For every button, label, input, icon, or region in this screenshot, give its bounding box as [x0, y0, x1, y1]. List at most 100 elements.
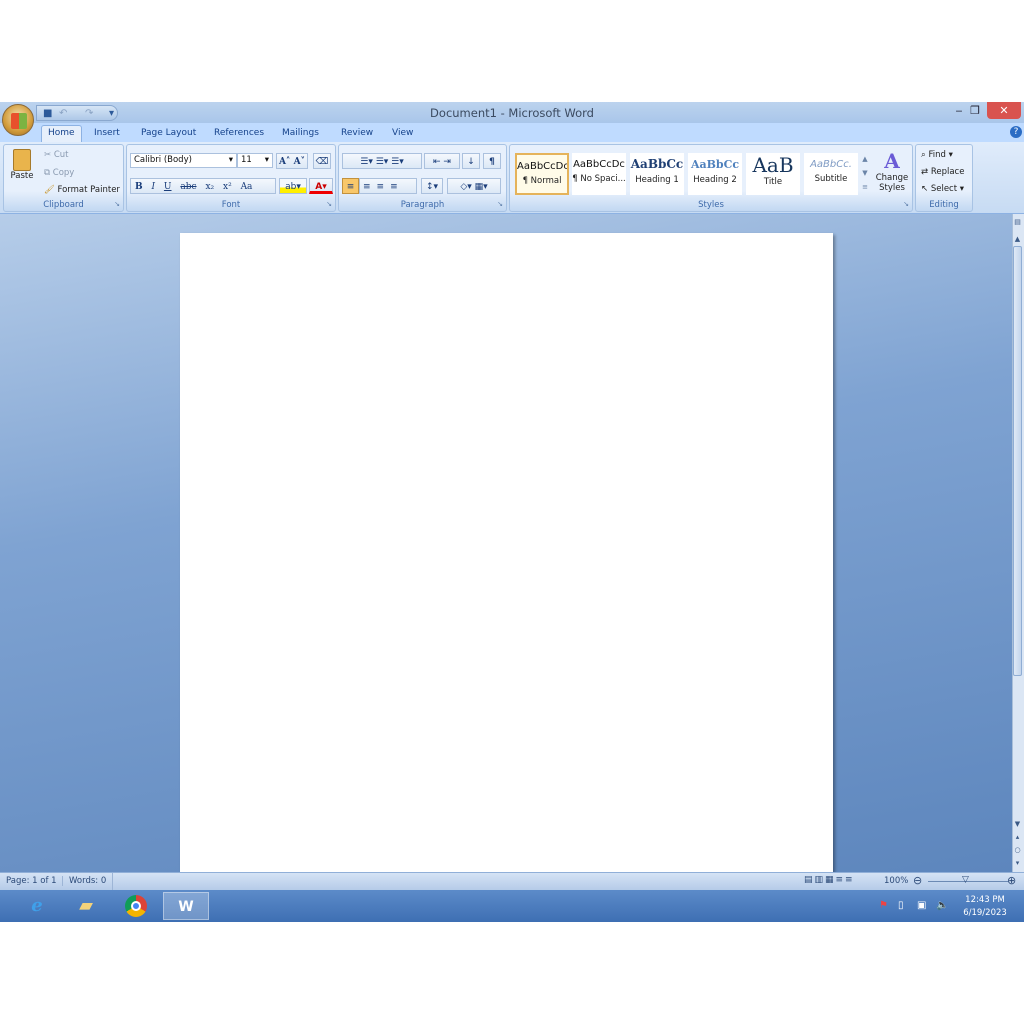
browse-object-icon[interactable]: ○ — [1013, 846, 1022, 854]
italic-button[interactable]: I — [151, 182, 155, 192]
font-color-button[interactable]: A▾ — [309, 178, 333, 194]
font-size-select[interactable]: 11 ▾ — [237, 153, 273, 168]
subscript-button[interactable]: x₂ — [205, 182, 214, 192]
copy-icon: ⧉ — [44, 168, 53, 178]
line-spacing-button[interactable]: ↕▾ — [421, 178, 443, 194]
cursor-icon: ↖ — [921, 184, 929, 194]
style-no-spacing[interactable]: AaBbCcDc ¶ No Spaci... — [572, 153, 626, 195]
volume-icon[interactable]: 🔈 — [936, 900, 948, 911]
file-explorer-icon[interactable]: ▰ — [66, 892, 106, 920]
tab-view[interactable]: View — [386, 126, 419, 140]
quick-access-toolbar: ■ ↶ ↷ ▾ — [36, 105, 118, 121]
group-label: Styles — [698, 200, 724, 210]
replace-button[interactable]: ⇄ Replace — [921, 167, 964, 177]
font-format-buttons[interactable]: B I U abc x₂ x² Aa — [130, 178, 276, 194]
style-heading-1[interactable]: AaBbCc Heading 1 — [630, 153, 684, 195]
zoom-in-icon[interactable]: ⊕ — [1007, 874, 1016, 887]
action-center-icon[interactable]: ⚑ — [879, 900, 888, 911]
alignment-buttons[interactable]: ≡≡≡ — [359, 178, 417, 194]
paste-button[interactable]: Paste — [10, 149, 34, 193]
tab-page-layout[interactable]: Page Layout — [135, 126, 202, 140]
scroll-down-icon[interactable]: ▼ — [1013, 820, 1022, 828]
dialog-launcher-icon[interactable]: ↘ — [903, 200, 909, 208]
device-icon[interactable]: ▯ — [898, 900, 904, 911]
sort-button[interactable]: ↓ — [462, 153, 480, 169]
style-heading-2[interactable]: AaBbCc Heading 2 — [688, 153, 742, 195]
dialog-launcher-icon[interactable]: ↘ — [497, 200, 503, 208]
binoculars-icon: ⌕ — [921, 150, 926, 160]
dialog-launcher-icon[interactable]: ↘ — [326, 200, 332, 208]
group-label: Clipboard — [43, 200, 84, 210]
grow-font-button[interactable]: A˄ — [279, 157, 290, 167]
clock[interactable]: 12:43 PM 6/19/2023 — [955, 894, 1015, 920]
grow-shrink-font-buttons[interactable]: A˄ A˅ — [276, 153, 308, 169]
zoom-level[interactable]: 100% — [884, 876, 908, 886]
word-taskbar-icon[interactable]: W — [163, 892, 209, 920]
superscript-button[interactable]: x² — [223, 182, 232, 192]
brush-icon: 🖌 — [44, 185, 55, 195]
previous-page-icon[interactable]: ▴ — [1013, 833, 1022, 841]
shading-borders-buttons[interactable]: ◇▾ ▦▾ — [447, 178, 501, 194]
close-button[interactable]: ✕ — [987, 102, 1021, 119]
styles-scroll-buttons[interactable]: ▲ ▼ ≡ — [860, 151, 870, 191]
restore-button[interactable]: ❐ — [962, 102, 988, 119]
dialog-launcher-icon[interactable]: ↘ — [114, 200, 120, 208]
chrome-icon[interactable] — [116, 892, 156, 920]
font-name-select[interactable]: Calibri (Body) ▾ — [130, 153, 237, 168]
save-icon[interactable]: ■ — [43, 108, 54, 119]
tab-review[interactable]: Review — [335, 126, 379, 140]
format-painter-button[interactable]: 🖌 Format Painter — [44, 185, 120, 195]
list-buttons[interactable]: ☰▾ ☰▾ ☰▾ — [342, 153, 422, 169]
tab-home[interactable]: Home — [41, 125, 82, 143]
redo-icon[interactable]: ↷ — [85, 108, 96, 119]
tab-mailings[interactable]: Mailings — [276, 126, 325, 140]
ribbon: Paste ✂ Cut ⧉ Copy 🖌 Format Painter Clip… — [0, 142, 1024, 214]
scrollbar-thumb[interactable] — [1013, 246, 1022, 676]
group-label: Paragraph — [400, 200, 445, 210]
cut-button[interactable]: ✂ Cut — [44, 150, 68, 160]
taskbar: e ▰ W — [0, 890, 1024, 922]
status-divider — [112, 873, 113, 890]
highlight-color-button[interactable]: ab▾ — [279, 178, 307, 194]
shrink-font-button[interactable]: A˅ — [294, 157, 305, 167]
undo-icon[interactable]: ↶ — [59, 108, 70, 119]
clock-date: 6/19/2023 — [963, 908, 1007, 918]
page-count[interactable]: Page: 1 of 1 — [6, 876, 57, 886]
bold-button[interactable]: B — [135, 182, 143, 192]
tab-references[interactable]: References — [208, 126, 270, 140]
customize-qat-icon[interactable]: ▾ — [109, 108, 120, 119]
show-marks-button[interactable]: ¶ — [483, 153, 501, 169]
office-button[interactable] — [2, 104, 34, 136]
change-styles-button[interactable]: A Change Styles — [874, 149, 910, 193]
align-left-button[interactable]: ≡ — [342, 178, 359, 194]
view-buttons[interactable]: ▤▥▦≡≡ — [804, 875, 855, 885]
internet-explorer-icon[interactable]: e — [17, 892, 57, 920]
scissors-icon: ✂ — [44, 150, 54, 160]
clear-formatting-icon[interactable]: ⌫ — [313, 153, 331, 169]
style-normal[interactable]: AaBbCcDc ¶ Normal — [515, 153, 569, 195]
change-case-button[interactable]: Aa — [241, 182, 253, 192]
copy-button[interactable]: ⧉ Copy — [44, 168, 74, 178]
zoom-out-icon[interactable]: ⊖ — [913, 874, 922, 887]
ruler-toggle-icon[interactable]: ▤ — [1013, 218, 1022, 226]
style-subtitle[interactable]: AaBbCc. Subtitle — [804, 153, 858, 195]
word-count[interactable]: Words: 0 — [62, 876, 106, 886]
title-bar: Document1 - Microsoft Word — [0, 102, 1024, 123]
next-page-icon[interactable]: ▾ — [1013, 859, 1022, 867]
zoom-slider-thumb[interactable]: ▽ — [962, 875, 969, 885]
underline-button[interactable]: U — [164, 182, 172, 192]
document-page[interactable] — [180, 233, 833, 872]
scroll-up-icon[interactable]: ▲ — [1013, 235, 1022, 243]
select-button[interactable]: ↖ Select ▾ — [921, 184, 964, 194]
find-button[interactable]: ⌕ Find ▾ — [921, 150, 953, 160]
indent-buttons[interactable]: ⇤ ⇥ — [424, 153, 460, 169]
tab-insert[interactable]: Insert — [88, 126, 126, 140]
help-icon[interactable]: ? — [1010, 126, 1022, 138]
strikethrough-button[interactable]: abc — [180, 182, 196, 192]
editing-group: ⌕ Find ▾ ⇄ Replace ↖ Select ▾ Editing — [915, 144, 973, 212]
style-title[interactable]: AaB Title — [746, 153, 800, 195]
group-label: Font — [221, 200, 241, 210]
clock-time: 12:43 PM — [965, 895, 1005, 905]
styles-group: AaBbCcDc ¶ Normal AaBbCcDc ¶ No Spaci... A… — [509, 144, 913, 212]
network-icon[interactable]: ▣ — [917, 900, 926, 911]
